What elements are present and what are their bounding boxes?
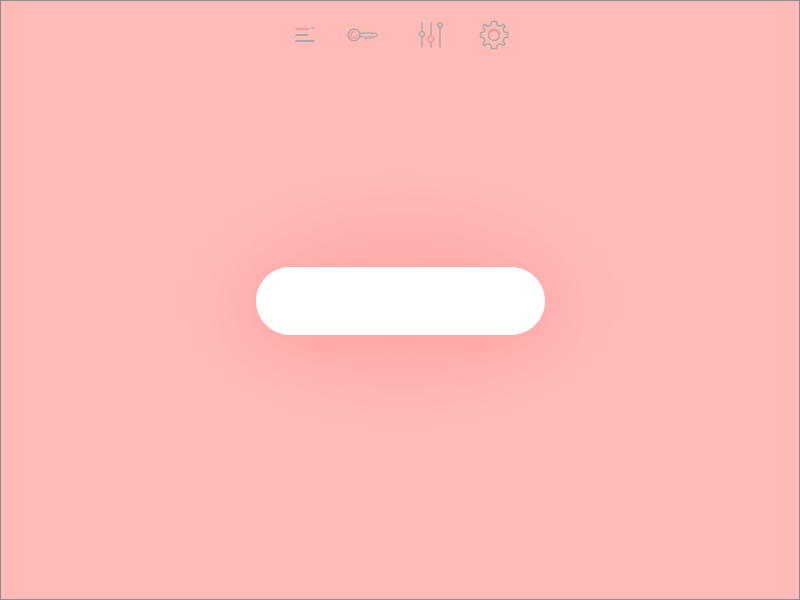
sliders-icon xyxy=(418,22,443,48)
menu-lines-icon xyxy=(295,27,315,42)
key-button[interactable] xyxy=(346,18,380,52)
menu-button[interactable] xyxy=(288,18,322,52)
key-icon xyxy=(347,28,378,42)
gear-icon xyxy=(479,20,509,50)
sliders-button[interactable] xyxy=(414,18,448,52)
background-canvas xyxy=(0,0,800,600)
settings-button[interactable] xyxy=(477,18,511,52)
floating-toolbar xyxy=(256,267,545,335)
